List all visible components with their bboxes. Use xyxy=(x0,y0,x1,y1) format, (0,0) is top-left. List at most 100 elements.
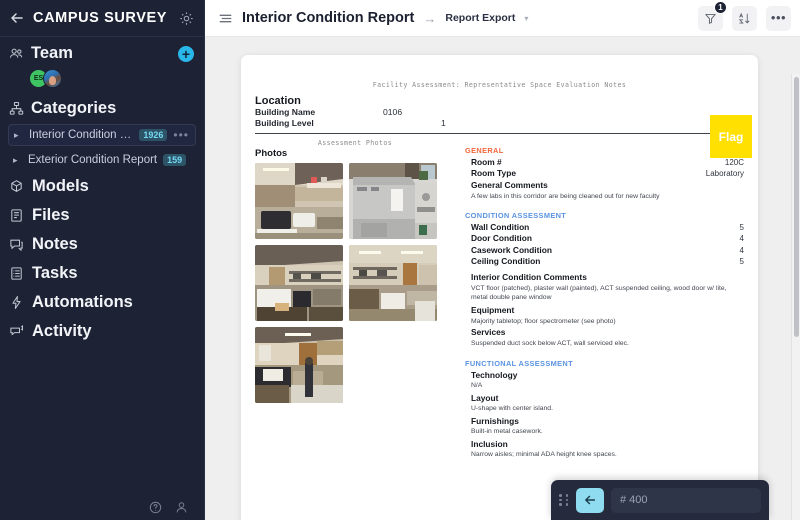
categories-section-header: Categories xyxy=(0,92,204,122)
lab-photo-1-image xyxy=(255,163,343,239)
document-body: Assessment Photos Photos GENERAL Room # … xyxy=(241,134,758,460)
field-row: Services xyxy=(471,327,744,338)
filter-badge: 1 xyxy=(714,0,727,14)
floating-toolbar[interactable] xyxy=(551,480,769,520)
breadcrumb-sub[interactable]: Report Export xyxy=(445,12,515,24)
field-key: General Comments xyxy=(471,179,548,190)
sidebar-header: CAMPUS SURVEY xyxy=(0,0,204,37)
lab-photo-4-image xyxy=(349,245,437,321)
field-key: Ceiling Condition xyxy=(471,255,541,266)
sidebar-item-exterior-condition-report[interactable]: ▸ Exterior Condition Report 159 xyxy=(8,150,196,170)
photo-thumbnail[interactable] xyxy=(255,163,343,239)
tasks-icon xyxy=(9,266,24,281)
field-row: General Comments xyxy=(471,180,744,191)
field-row: Wall Condition 5 xyxy=(471,222,744,233)
field-row: Room Type Laboratory xyxy=(471,168,744,179)
toolbar-back-button[interactable] xyxy=(576,487,604,513)
field-row: Casework Condition 4 xyxy=(471,245,744,256)
field-note: Narrow aisles; minimal ADA height knee s… xyxy=(471,451,617,459)
help-icon[interactable] xyxy=(149,501,162,514)
field-key: Interior Condition Comments xyxy=(471,272,587,283)
field-key: Room # xyxy=(471,157,502,167)
nav-label: Automations xyxy=(32,293,133,311)
gear-icon[interactable] xyxy=(179,11,194,26)
team-title: Team xyxy=(31,44,73,62)
field-row: Inclusion xyxy=(471,439,744,450)
field-key: Wall Condition xyxy=(471,221,530,232)
app-root: CAMPUS SURVEY Team ES Categories ▸ xyxy=(0,0,800,520)
more-options-button[interactable]: ••• xyxy=(766,5,791,31)
back-arrow-icon[interactable] xyxy=(9,10,25,26)
document-canvas[interactable]: Facility Assessment: Representative Spac… xyxy=(205,37,800,520)
category-badge: 159 xyxy=(163,154,187,166)
breadcrumb-main[interactable]: Interior Condition Report xyxy=(242,10,414,26)
hamburger-menu-icon[interactable] xyxy=(218,11,233,26)
location-row: Building Name 0106 xyxy=(255,107,744,118)
location-value: 1 xyxy=(441,118,446,128)
notes-icon xyxy=(9,237,24,252)
scrollbar-thumb[interactable] xyxy=(794,77,799,337)
lab-photo-2-image xyxy=(349,163,437,239)
location-key: Building Level xyxy=(255,118,314,128)
photo-thumbnail[interactable] xyxy=(349,163,437,239)
sidebar-item-tasks[interactable]: Tasks xyxy=(0,259,204,288)
sidebar-item-notes[interactable]: Notes xyxy=(0,230,204,259)
field-note: Majority tabletop; floor spectrometer (s… xyxy=(471,318,616,326)
category-badge: 1926 xyxy=(139,129,168,141)
field-row: Ceiling Condition 5 xyxy=(471,256,744,267)
chevron-right-icon[interactable]: ▸ xyxy=(14,130,23,141)
nav-label: Notes xyxy=(32,235,78,253)
field-key: Services xyxy=(471,327,506,338)
sidebar-item-files[interactable]: Files xyxy=(0,201,204,230)
vertical-scrollbar[interactable] xyxy=(791,74,800,520)
filter-button[interactable]: 1 xyxy=(698,0,727,31)
page-number-input[interactable] xyxy=(611,487,761,513)
chevron-right-icon[interactable]: ▸ xyxy=(13,155,22,166)
nav-label: Tasks xyxy=(32,264,78,282)
arrow-left-icon xyxy=(585,495,596,505)
section-label-general: GENERAL xyxy=(465,146,504,155)
user-icon[interactable] xyxy=(175,501,188,514)
photos-column: Assessment Photos Photos xyxy=(255,139,455,460)
field-value: 120C xyxy=(724,158,744,167)
sidebar-item-automations[interactable]: Automations xyxy=(0,288,204,317)
field-value: 4 xyxy=(739,234,744,244)
sidebar-item-activity[interactable]: Activity xyxy=(0,317,204,346)
sidebar-item-models[interactable]: Models xyxy=(0,172,204,201)
breadcrumb-arrow-icon: → xyxy=(423,10,437,26)
assessment-column: GENERAL Room # 120C Room Type Laboratory xyxy=(465,139,744,460)
files-icon xyxy=(9,208,24,223)
field-value: 5 xyxy=(739,256,744,266)
flag-badge[interactable]: Flag xyxy=(710,115,752,158)
activity-icon xyxy=(9,324,24,339)
avatar[interactable] xyxy=(43,69,62,88)
photo-thumbnail[interactable] xyxy=(255,245,343,321)
sidebar-item-interior-condition-report[interactable]: ▸ Interior Condition Repo... 1926 ••• xyxy=(8,124,196,146)
report-page[interactable]: Facility Assessment: Representative Spac… xyxy=(241,55,758,520)
categories-icon xyxy=(9,101,24,116)
sidebar-footer xyxy=(0,494,204,520)
photo-thumbnail[interactable] xyxy=(255,327,343,403)
lab-photo-5-image xyxy=(255,327,343,403)
field-row: Room # 120C xyxy=(471,157,744,168)
field-key: Layout xyxy=(471,392,499,403)
field-note: Suspended duct sock below ACT, wall serv… xyxy=(471,340,629,348)
team-avatars: ES xyxy=(0,67,204,92)
field-row: Door Condition 4 xyxy=(471,233,744,244)
category-more-button[interactable]: ••• xyxy=(173,129,189,141)
chevron-down-icon[interactable]: ▾ xyxy=(524,14,528,23)
photo-thumbnail[interactable] xyxy=(349,245,437,321)
field-note: A few labs in this corridor are being cl… xyxy=(471,192,660,200)
category-label: Interior Condition Repo... xyxy=(29,129,133,141)
nav-label: Models xyxy=(32,177,89,195)
location-row: Building Level 1 xyxy=(255,118,744,129)
field-key: Inclusion xyxy=(471,438,508,449)
field-key: Furnishings xyxy=(471,415,519,426)
drag-handle-icon[interactable] xyxy=(559,492,569,508)
photo-grid xyxy=(255,163,455,403)
team-section-header: Team xyxy=(0,37,204,67)
sort-button[interactable] xyxy=(732,5,757,31)
field-key: Room Type xyxy=(471,168,516,179)
add-team-member-button[interactable] xyxy=(178,45,194,62)
